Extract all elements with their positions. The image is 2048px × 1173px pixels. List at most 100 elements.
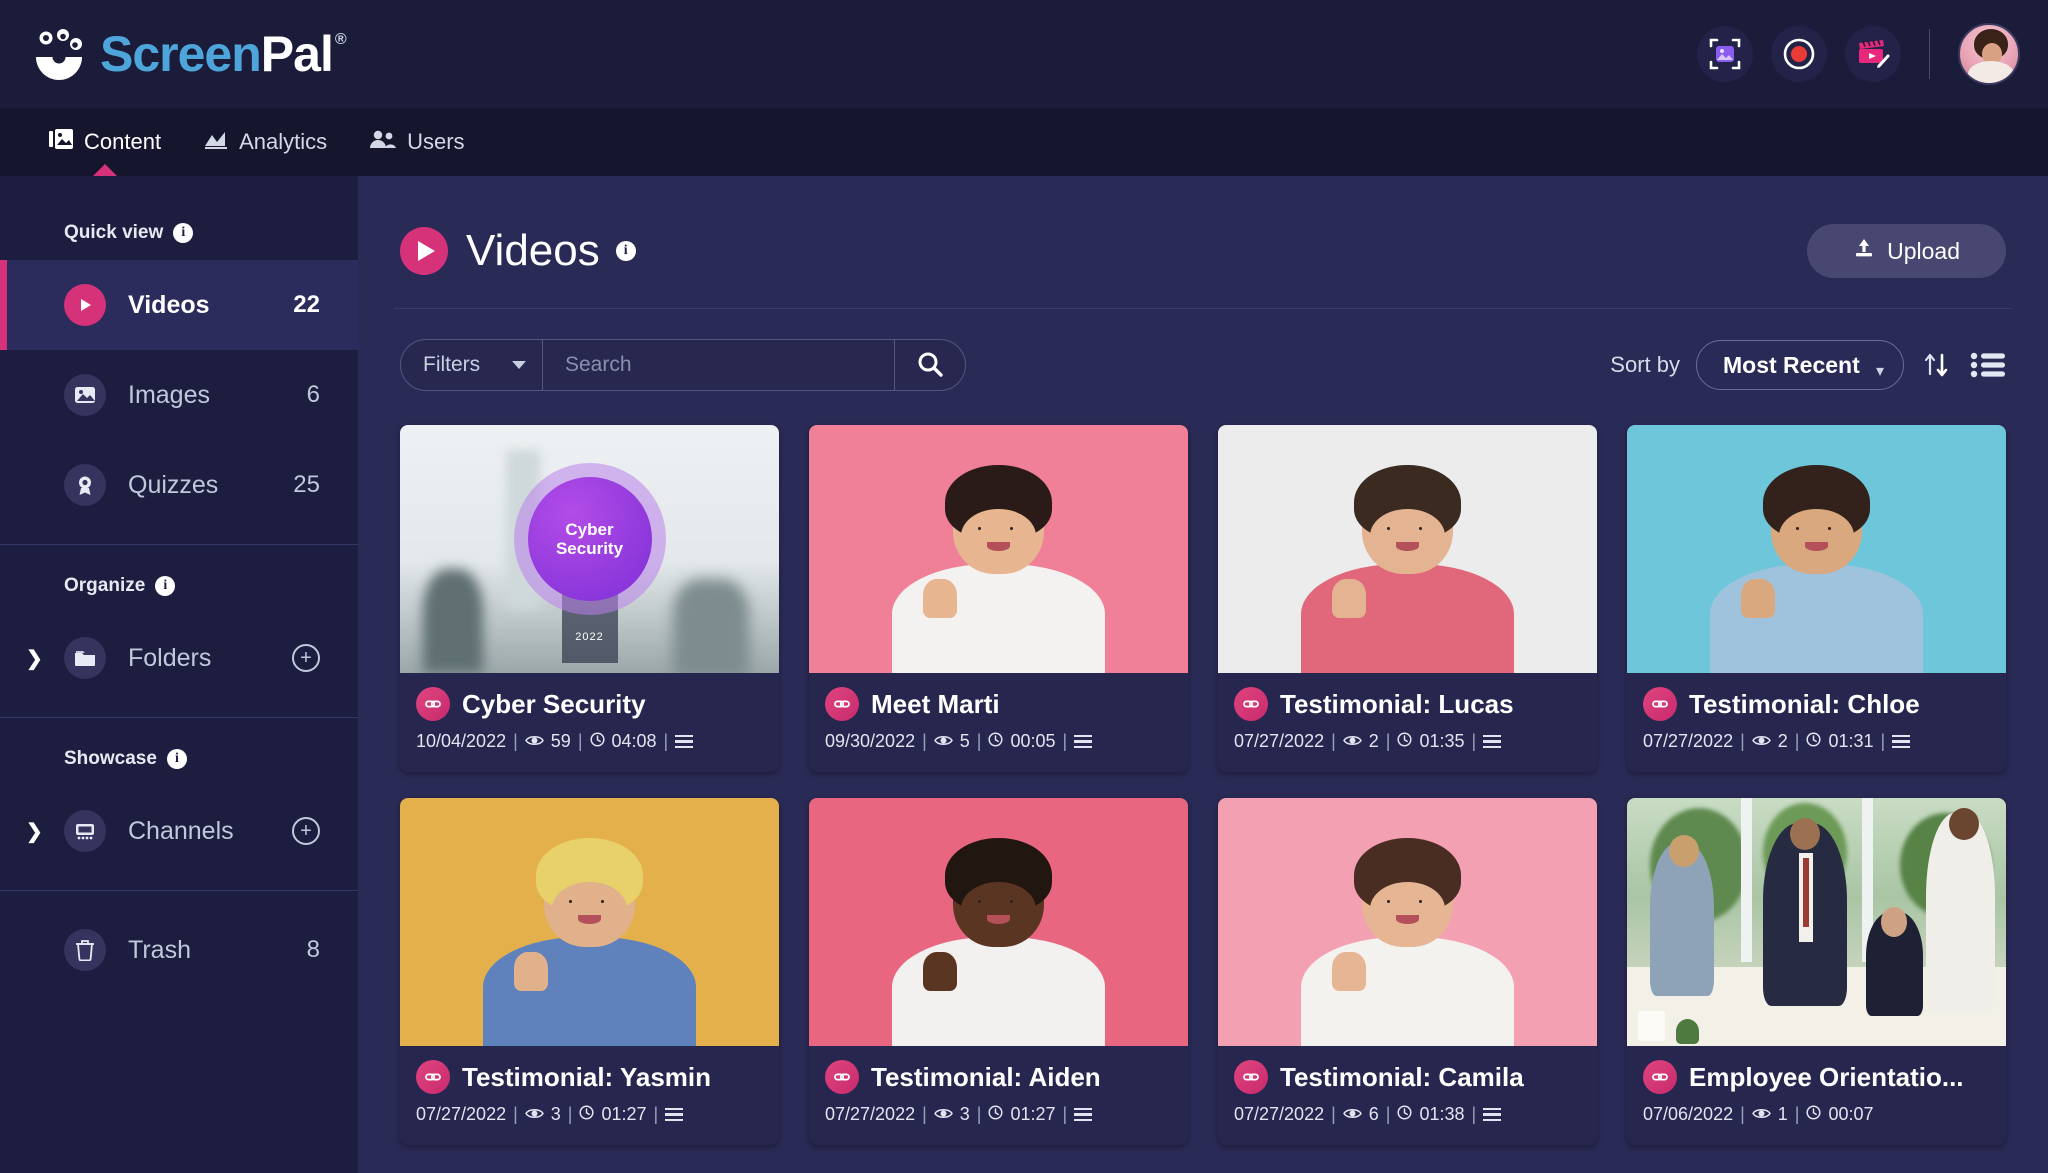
nav-tab-content[interactable]: Content [30, 108, 179, 176]
video-options-menu-icon[interactable] [1074, 1107, 1093, 1122]
video-duration: 01:35 [1419, 731, 1465, 751]
video-options-menu-icon[interactable] [665, 1107, 684, 1122]
info-icon[interactable]: i [615, 241, 636, 261]
sidebar-item-trash-count: 8 [306, 936, 320, 963]
video-card-7[interactable]: Testimonial: Camila 07/27/2022 | 6 | 01:… [1218, 798, 1597, 1145]
search-input[interactable] [543, 340, 894, 390]
video-thumbnail[interactable] [1218, 798, 1597, 1046]
chevron-right-icon[interactable]: ❯ [26, 646, 43, 671]
video-duration: 00:07 [1828, 1104, 1874, 1124]
video-thumbnail[interactable] [809, 425, 1188, 673]
video-title-row: Employee Orientatio... [1643, 1060, 1990, 1094]
share-link-icon[interactable] [416, 1060, 450, 1094]
video-thumbnail[interactable]: Cyber Security 2022 [400, 425, 779, 673]
info-icon[interactable]: i [166, 749, 187, 769]
video-view-count: 59 [550, 731, 571, 751]
video-card-body: Testimonial: Lucas 07/27/2022 | 2 | 01:3… [1218, 673, 1597, 772]
channel-screen-icon [64, 810, 106, 852]
screen-record-icon[interactable] [1771, 26, 1827, 82]
thumbnail-office-meeting [1627, 798, 2006, 1046]
list-view-icon[interactable] [1970, 350, 2006, 380]
main-nav: Content Analytics Users [0, 108, 2048, 176]
video-options-menu-icon[interactable] [675, 734, 694, 749]
video-title-row: Testimonial: Camila [1234, 1060, 1581, 1094]
video-card-3[interactable]: Testimonial: Lucas 07/27/2022 | 2 | 01:3… [1218, 425, 1597, 772]
video-card-1[interactable]: Cyber Security 2022 Cyber Security 10/04/2… [400, 425, 779, 772]
info-icon[interactable]: i [155, 576, 176, 596]
video-meta: 07/06/2022 | 1 | 00:07 [1643, 1104, 1874, 1124]
add-channel-button[interactable]: + [292, 817, 320, 845]
brand-logo[interactable]: Screen Pal ® [30, 25, 347, 83]
page-header: Videos i Upload [394, 176, 2012, 309]
clock-icon [589, 731, 605, 752]
video-title-row: Testimonial: Chloe [1643, 687, 1990, 721]
video-view-count: 3 [959, 1104, 970, 1124]
video-options-menu-icon[interactable] [1892, 734, 1911, 749]
nav-tab-users[interactable]: Users [351, 108, 482, 176]
sidebar-item-quizzes[interactable]: Quizzes 25 [0, 440, 358, 530]
video-thumbnail[interactable] [400, 798, 779, 1046]
video-view-count: 5 [959, 731, 970, 751]
sidebar-item-folders[interactable]: ❯ Folders + [0, 613, 358, 703]
video-title: Meet Marti [871, 688, 1000, 719]
screenpal-logo-icon [30, 25, 88, 83]
video-card-6[interactable]: Testimonial: Aiden 07/27/2022 | 3 | 01:2… [809, 798, 1188, 1145]
video-card-5[interactable]: Testimonial: Yasmin 07/27/2022 | 3 | 01:… [400, 798, 779, 1145]
sort-arrows-icon[interactable] [1920, 348, 1954, 382]
video-duration: 01:38 [1419, 1104, 1465, 1124]
share-link-icon[interactable] [1234, 1060, 1268, 1094]
video-card-body: Employee Orientatio... 07/06/2022 | 1 | [1627, 1046, 2006, 1145]
sidebar-item-channels[interactable]: ❯ Channels + [0, 786, 358, 876]
video-meta: 07/27/2022 | 2 | 01:35 | [1234, 731, 1581, 752]
share-link-icon[interactable] [416, 687, 450, 721]
video-thumbnail[interactable] [1627, 798, 2006, 1046]
clock-icon [579, 1104, 595, 1125]
info-icon[interactable]: i [173, 223, 194, 243]
chevron-down-icon [512, 361, 526, 369]
video-duration: 00:05 [1010, 731, 1056, 751]
video-card-body: Testimonial: Camila 07/27/2022 | 6 | 01:… [1218, 1046, 1597, 1145]
sidebar-divider-3 [0, 890, 358, 891]
video-meta: 07/27/2022 | 6 | 01:38 | [1234, 1104, 1581, 1125]
chevron-right-icon[interactable]: ❯ [26, 819, 43, 844]
share-link-icon[interactable] [1643, 1060, 1677, 1094]
video-options-menu-icon[interactable] [1483, 734, 1502, 749]
upload-button-label: Upload [1887, 237, 1960, 264]
thumbnail-portrait [400, 798, 779, 1046]
sidebar-item-videos[interactable]: Videos 22 [0, 260, 358, 350]
avatar[interactable] [1958, 23, 2020, 85]
search-button[interactable] [895, 340, 965, 390]
video-options-menu-icon[interactable] [1074, 734, 1093, 749]
video-meta: 07/27/2022 | 3 | 01:27 | [416, 1104, 763, 1125]
filters-dropdown[interactable]: Filters [401, 340, 543, 390]
eye-icon [933, 731, 953, 752]
video-card-8[interactable]: Employee Orientatio... 07/06/2022 | 1 | [1627, 798, 2006, 1145]
sort-by-select[interactable]: Most Recent [1696, 340, 1904, 390]
clock-icon [988, 731, 1004, 752]
video-thumbnail[interactable] [809, 798, 1188, 1046]
sidebar-item-quizzes-count: 25 [293, 471, 320, 498]
share-link-icon[interactable] [1234, 687, 1268, 721]
sidebar-item-trash[interactable]: Trash 8 [0, 905, 358, 995]
filters-label: Filters [423, 353, 481, 376]
sidebar: Quick view i Videos 22 Images 6 Quizzes … [0, 176, 358, 1173]
video-thumbnail[interactable] [1218, 425, 1597, 673]
video-card-2[interactable]: Meet Marti 09/30/2022 | 5 | 00:05 | [809, 425, 1188, 772]
sidebar-item-images[interactable]: Images 6 [0, 350, 358, 440]
video-options-menu-icon[interactable] [1483, 1107, 1502, 1122]
video-editor-icon[interactable] [1845, 26, 1901, 82]
video-date: 07/27/2022 [1643, 731, 1734, 751]
video-title: Testimonial: Yasmin [462, 1061, 712, 1092]
sidebar-item-channels-label: Channels [128, 816, 234, 845]
thumbnail-portrait [809, 425, 1188, 673]
main-content: Videos i Upload Filters Search Sort by M… [358, 176, 2048, 1173]
share-link-icon[interactable] [825, 1060, 859, 1094]
upload-button[interactable]: Upload [1807, 224, 2006, 278]
video-thumbnail[interactable] [1627, 425, 2006, 673]
screenshot-capture-icon[interactable] [1697, 26, 1753, 82]
nav-tab-analytics[interactable]: Analytics [185, 108, 345, 176]
video-card-4[interactable]: Testimonial: Chloe 07/27/2022 | 2 | 01:3… [1627, 425, 2006, 772]
share-link-icon[interactable] [1643, 687, 1677, 721]
share-link-icon[interactable] [825, 687, 859, 721]
add-folder-button[interactable]: + [292, 644, 320, 672]
